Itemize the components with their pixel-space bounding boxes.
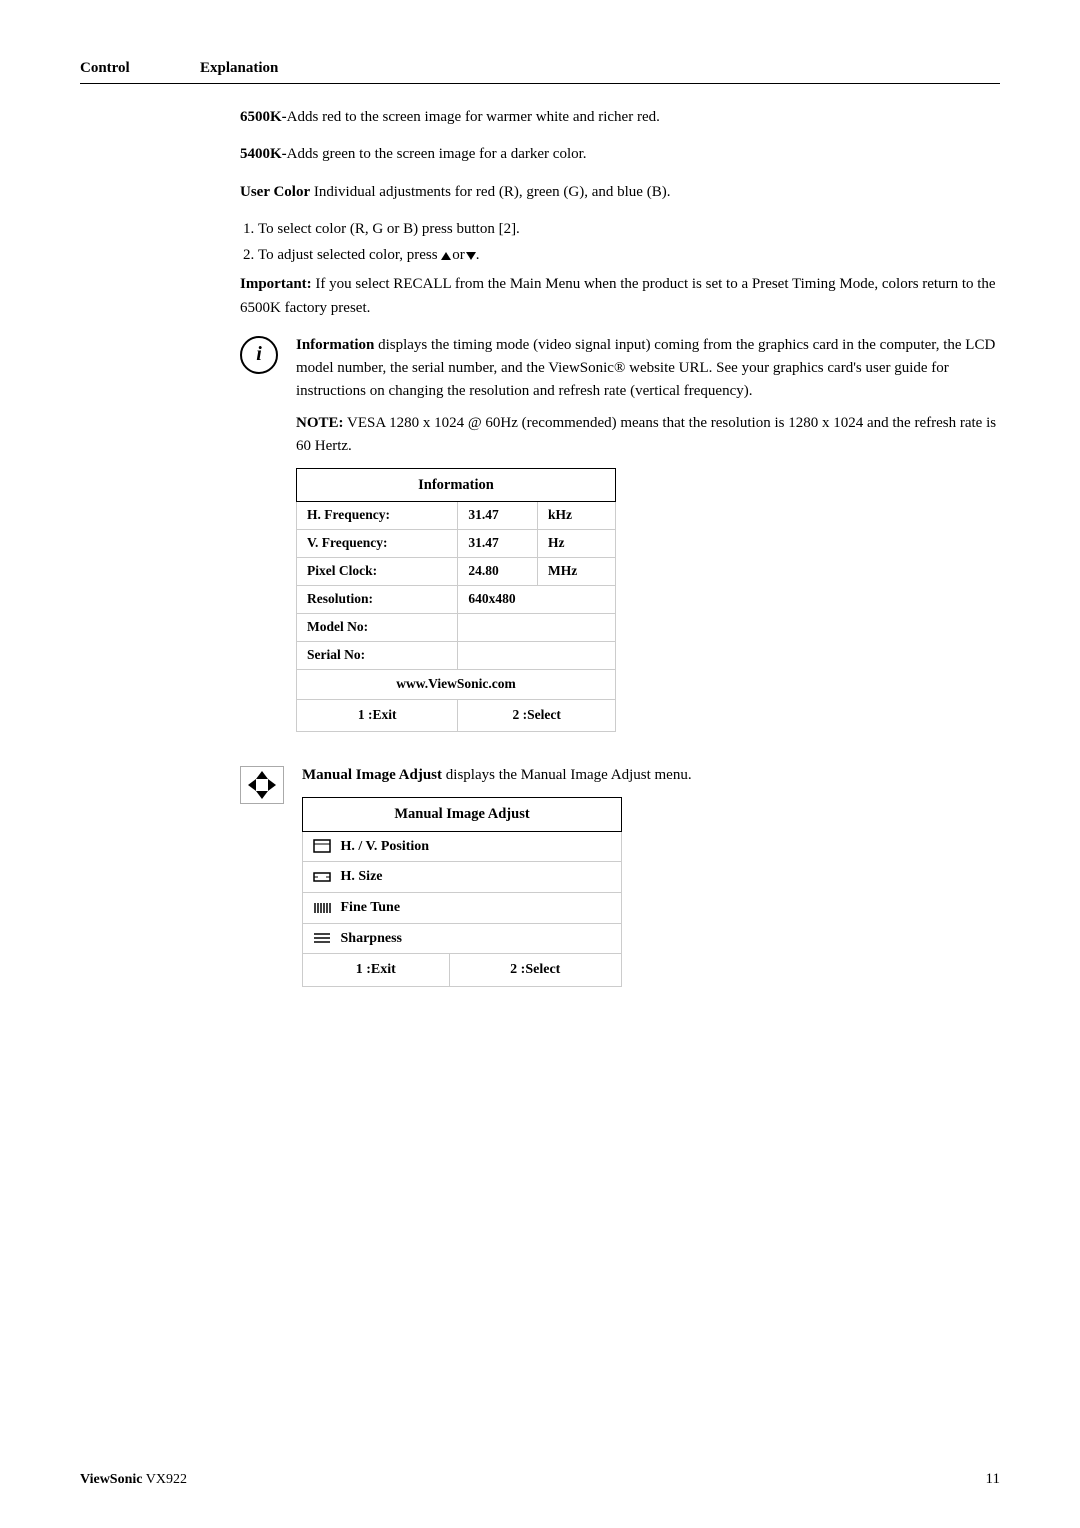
exit-label: 1 :Exit (297, 699, 458, 731)
information-row: i Information displays the timing mode (… (240, 334, 1000, 750)
table-row: H. / V. Position (303, 831, 622, 862)
pixel-clock-unit: MHz (538, 558, 616, 586)
v-freq-label: V. Frequency: (297, 530, 458, 558)
h-freq-value: 31.47 (458, 502, 538, 530)
header-row: Control Explanation (80, 60, 1000, 84)
manual-exit-label: 1 :Exit (303, 954, 450, 987)
footer-page: 11 (986, 1471, 1000, 1488)
step-2-period: . (476, 247, 480, 263)
table-row: Serial No: (297, 642, 616, 670)
fine-tune-icon (313, 901, 331, 915)
label-important: Important: (240, 276, 312, 292)
section-important: Important: If you select RECALL from the… (240, 273, 1000, 320)
text-important: If you select RECALL from the Main Menu … (240, 276, 996, 315)
v-freq-value: 31.47 (458, 530, 538, 558)
manual-text-block: Manual Image Adjust displays the Manual … (302, 764, 1000, 987)
resolution-label: Resolution: (297, 586, 458, 614)
step-2-text: To adjust selected color, press (258, 247, 438, 263)
text-manual-adjust: displays the Manual Image Adjust menu. (442, 767, 692, 783)
serial-no-value (458, 642, 616, 670)
info-icon: i (240, 336, 278, 374)
step-2: To adjust selected color, press or. (258, 244, 1000, 267)
select-label: 2 :Select (458, 699, 616, 731)
table-row: V. Frequency: 31.47 Hz (297, 530, 616, 558)
text-information: displays the timing mode (video signal i… (296, 337, 995, 400)
arrows-svg (243, 769, 281, 801)
information-para: Information displays the timing mode (vi… (296, 334, 1000, 404)
triangle-up-icon (441, 252, 451, 260)
label-manual-adjust: Manual Image Adjust (302, 767, 442, 783)
manual-select-label: 2 :Select (449, 954, 621, 987)
hv-position-row: H. / V. Position (303, 831, 622, 862)
v-freq-unit: Hz (538, 530, 616, 558)
h-freq-unit: kHz (538, 502, 616, 530)
sharpness-row: Sharpness (303, 923, 622, 954)
h-size-icon (313, 870, 331, 884)
h-size-row: H. Size (303, 862, 622, 893)
information-table: Information H. Frequency: 31.47 kHz V. F… (296, 468, 616, 732)
section-5400k: 5400K-Adds green to the screen image for… (240, 143, 1000, 166)
table-row: Resolution: 640x480 (297, 586, 616, 614)
label-6500k: 6500K- (240, 109, 287, 125)
h-freq-label: H. Frequency: (297, 502, 458, 530)
sharpness-icon (313, 931, 331, 945)
text-note: VESA 1280 x 1024 @ 60Hz (recommended) me… (296, 415, 996, 454)
table-row: Sharpness (303, 923, 622, 954)
note-para: NOTE: VESA 1280 x 1024 @ 60Hz (recommend… (296, 412, 1000, 459)
footer-brand-model: ViewSonic VX922 (80, 1472, 187, 1488)
hv-position-label: H. / V. Position (341, 839, 430, 854)
manual-table: Manual Image Adjust H. / V. Position (302, 797, 622, 987)
manual-table-footer-row: 1 :Exit 2 :Select (303, 954, 622, 987)
label-note: NOTE: (296, 415, 344, 431)
serial-no-label: Serial No: (297, 642, 458, 670)
url-row: www.ViewSonic.com (297, 670, 616, 700)
manual-para: Manual Image Adjust displays the Manual … (302, 764, 1000, 787)
content-area: 6500K-Adds red to the screen image for w… (80, 106, 1000, 987)
step-1-text: To select color (R, G or B) press button… (258, 221, 520, 237)
table-footer-row: 1 :Exit 2 :Select (297, 699, 616, 731)
step-2-or: or (452, 247, 465, 263)
triangle-down-icon (466, 252, 476, 260)
label-user-color: User Color (240, 184, 310, 200)
fine-tune-row: Fine Tune (303, 892, 622, 923)
model-no-value (458, 614, 616, 642)
section-user-color: User Color Individual adjustments for re… (240, 181, 1000, 204)
table-row: H. Frequency: 31.47 kHz (297, 502, 616, 530)
information-text-block: Information displays the timing mode (vi… (296, 334, 1000, 750)
table-row: Fine Tune (303, 892, 622, 923)
sharpness-label: Sharpness (341, 931, 402, 946)
table-row: Pixel Clock: 24.80 MHz (297, 558, 616, 586)
manual-table-title: Manual Image Adjust (303, 798, 622, 831)
info-table-title: Information (297, 469, 616, 502)
steps-list: To select color (R, G or B) press button… (258, 218, 1000, 268)
hv-position-icon (313, 839, 331, 853)
fine-tune-label: Fine Tune (341, 900, 401, 915)
footer: ViewSonic VX922 11 (80, 1471, 1000, 1488)
text-6500k: Adds red to the screen image for warmer … (287, 109, 660, 125)
label-information: Information (296, 337, 374, 353)
table-row: H. Size (303, 862, 622, 893)
header-explanation-label: Explanation (200, 60, 278, 77)
label-5400k: 5400K- (240, 146, 287, 162)
header-control-label: Control (80, 60, 200, 77)
text-5400k: Adds green to the screen image for a dar… (287, 146, 587, 162)
pixel-clock-label: Pixel Clock: (297, 558, 458, 586)
pixel-clock-value: 24.80 (458, 558, 538, 586)
arrows-icon (240, 766, 284, 804)
step-1: To select color (R, G or B) press button… (258, 218, 1000, 241)
page: Control Explanation 6500K-Adds red to th… (0, 0, 1080, 1528)
text-user-color: Individual adjustments for red (R), gree… (310, 184, 670, 200)
footer-brand: ViewSonic (80, 1472, 142, 1487)
section-6500k: 6500K-Adds red to the screen image for w… (240, 106, 1000, 129)
table-row: Model No: (297, 614, 616, 642)
url-value: www.ViewSonic.com (297, 670, 616, 700)
resolution-value: 640x480 (458, 586, 616, 614)
h-size-label: H. Size (341, 869, 383, 884)
model-no-label: Model No: (297, 614, 458, 642)
footer-model: VX922 (146, 1472, 187, 1487)
manual-image-adjust-row: Manual Image Adjust displays the Manual … (240, 764, 1000, 987)
